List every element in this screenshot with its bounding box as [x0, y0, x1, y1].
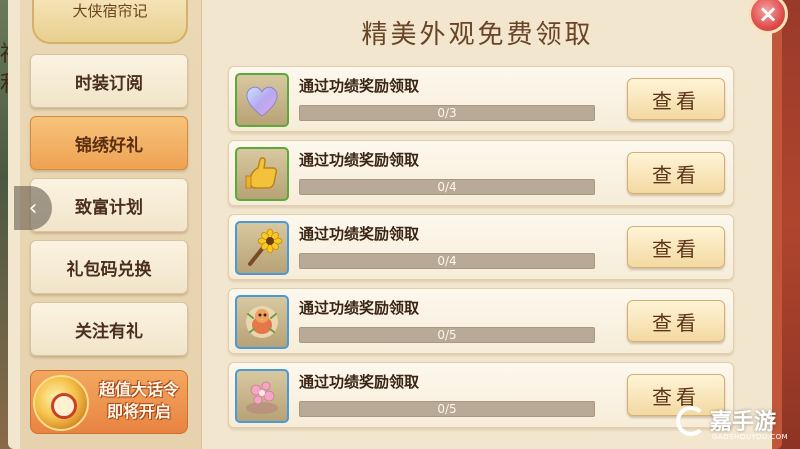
sidebar-item-fashion-subscription[interactable]: 时装订阅: [30, 54, 188, 108]
sidebar-top-tab[interactable]: 大侠宿帘记: [32, 0, 188, 44]
close-icon: ×: [757, 0, 779, 28]
reward-condition-label: 通过功绩奖励领取: [299, 299, 420, 317]
view-button-label: 查看: [652, 162, 700, 187]
progress-text: 0/4: [437, 254, 457, 268]
banner-line-2: 即将开启: [106, 402, 171, 421]
sidebar-item-label: 关注有礼: [75, 321, 143, 342]
watermark-logo-icon: [676, 406, 706, 436]
sidebar-item-label: 礼包码兑换: [66, 259, 152, 280]
sidebar: 大侠宿帘记 时装订阅 锦绣好礼 致富计划 礼包码兑换 关注有礼 超值大话令 即将…: [20, 0, 202, 449]
reward-item-frame[interactable]: [235, 369, 289, 423]
reward-row: 通过功绩奖励领取 0/5 查看: [228, 362, 734, 428]
sidebar-item-label: 锦绣好礼: [75, 135, 143, 156]
bird-pet-icon: [246, 306, 278, 338]
medallion-icon: [33, 375, 89, 431]
reward-row: 通过功绩奖励领取 0/4 查看: [228, 140, 734, 206]
progress-bar: 0/5: [299, 327, 595, 343]
progress-text: 0/5: [437, 328, 457, 342]
reward-row: 通过功绩奖励领取 0/4 查看: [228, 214, 734, 280]
thumbs-up-icon: [245, 157, 278, 189]
view-button[interactable]: 查看: [627, 300, 725, 342]
progress-bar: 0/4: [299, 253, 595, 269]
banner-text: 超值大话令 即将开启: [91, 379, 187, 423]
reward-item-frame[interactable]: [235, 73, 289, 127]
progress-text: 0/3: [437, 106, 457, 120]
chevron-left-icon: ‹: [28, 195, 38, 221]
watermark-subtext: GAOSHOUYOU.COM: [712, 433, 789, 441]
progress-text: 0/4: [437, 180, 457, 194]
progress-bar: 0/4: [299, 179, 595, 195]
reward-condition-label: 通过功绩奖励领取: [299, 151, 420, 169]
view-button[interactable]: 查看: [627, 78, 725, 120]
page-title: 精美外观免费领取: [361, 20, 594, 50]
reward-condition-label: 通过功绩奖励领取: [299, 373, 420, 391]
view-button[interactable]: 查看: [627, 152, 725, 194]
view-button[interactable]: 查看: [627, 226, 725, 268]
reward-item-frame[interactable]: [235, 295, 289, 349]
heart-gem-icon: [246, 86, 278, 117]
reward-condition-label: 通过功绩奖励领取: [299, 77, 420, 95]
sidebar-item-gift-code[interactable]: 礼包码兑换: [30, 240, 188, 294]
reward-row: 通过功绩奖励领取 0/3 查看: [228, 66, 734, 132]
reward-condition-label: 通过功绩奖励领取: [299, 225, 420, 243]
sidebar-top-tab-label: 大侠宿帘记: [72, 2, 148, 20]
sidebar-item-label: 时装订阅: [75, 73, 143, 94]
progress-bar: 0/5: [299, 401, 595, 417]
site-watermark: 嘉手游 GAOSHOUYOU.COM: [676, 402, 794, 446]
battle-pass-banner[interactable]: 超值大话令 即将开启: [30, 370, 188, 434]
reward-item-frame[interactable]: [235, 147, 289, 201]
watermark-text: 嘉手游: [710, 410, 777, 435]
sidebar-item-brocade-gifts[interactable]: 锦绣好礼: [30, 116, 188, 170]
view-button-label: 查看: [652, 88, 700, 113]
sidebar-item-wealth-plan[interactable]: 致富计划: [30, 178, 188, 232]
pink-blossom-icon: [246, 381, 278, 414]
progress-text: 0/5: [437, 402, 457, 416]
view-button-label: 查看: [652, 236, 700, 261]
reward-row: 通过功绩奖励领取 0/5 查看: [228, 288, 734, 354]
view-button-label: 查看: [652, 310, 700, 335]
reward-item-frame[interactable]: [235, 221, 289, 275]
sunflower-staff-icon: [248, 228, 283, 266]
banner-line-1: 超值大话令: [98, 380, 179, 399]
progress-bar: 0/3: [299, 105, 595, 121]
sidebar-item-follow-gift[interactable]: 关注有礼: [30, 302, 188, 356]
sidebar-item-label: 致富计划: [75, 197, 143, 218]
